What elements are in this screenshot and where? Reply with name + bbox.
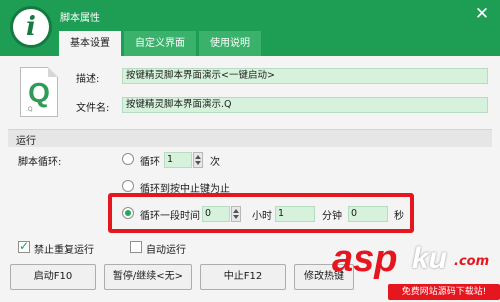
no-repeat-label: 禁止重复运行 <box>34 245 94 256</box>
watermark-tld: .com <box>454 254 490 269</box>
watermark-tagline: 免费网站源码下载站! <box>388 284 500 300</box>
watermark-brand-white: ku <box>412 242 448 275</box>
duration-highlight-box <box>108 193 414 233</box>
loop-label: 脚本循环: <box>18 157 62 168</box>
tab-bar: 基本设置 自定义界面 使用说明 <box>59 31 264 56</box>
title-bar: i 脚本属性 ✕ 基本设置 自定义界面 使用说明 <box>0 0 500 56</box>
run-section-header: 运行 <box>8 129 492 147</box>
auto-run-checkbox[interactable] <box>130 241 142 253</box>
loop-count-label: 循环 <box>140 157 160 168</box>
script-file-letter: Q <box>28 77 50 108</box>
site-watermark: asp ku .com 免费网站源码下载站! <box>332 240 500 302</box>
stop-button[interactable]: 中止F12 <box>200 264 286 290</box>
watermark-brand-red: asp <box>332 238 398 280</box>
script-file-ext: .Q <box>26 106 33 113</box>
app-info-icon: i <box>10 6 52 48</box>
loop-count-spinner[interactable]: 1 <box>164 152 204 168</box>
auto-run-label: 自动运行 <box>146 245 186 256</box>
loop-count-unit: 次 <box>210 157 220 168</box>
tab-basic-settings[interactable]: 基本设置 <box>59 31 121 56</box>
description-field[interactable]: 按键精灵脚本界面演示<一键启动> <box>122 68 488 84</box>
description-label: 描述: <box>76 74 100 85</box>
tab-custom-ui[interactable]: 自定义界面 <box>124 31 196 56</box>
run-section-title: 运行 <box>16 136 36 147</box>
loop-until-stop-radio[interactable] <box>122 180 134 192</box>
filename-label: 文件名: <box>76 103 110 114</box>
start-button[interactable]: 启动F10 <box>10 264 96 290</box>
pause-resume-button[interactable]: 暂停/继续<无> <box>104 264 192 290</box>
loop-count-stepper[interactable] <box>193 152 203 168</box>
script-file-icon: Q .Q <box>20 67 58 117</box>
no-repeat-checkbox[interactable] <box>18 239 30 253</box>
tab-usage-guide[interactable]: 使用说明 <box>199 31 261 56</box>
window-title: 脚本属性 <box>60 13 100 24</box>
filename-field[interactable]: 按键精灵脚本界面演示.Q <box>122 97 488 113</box>
loop-count-radio[interactable] <box>122 153 134 165</box>
close-icon[interactable]: ✕ <box>472 4 492 24</box>
loop-count-value[interactable]: 1 <box>164 152 192 168</box>
